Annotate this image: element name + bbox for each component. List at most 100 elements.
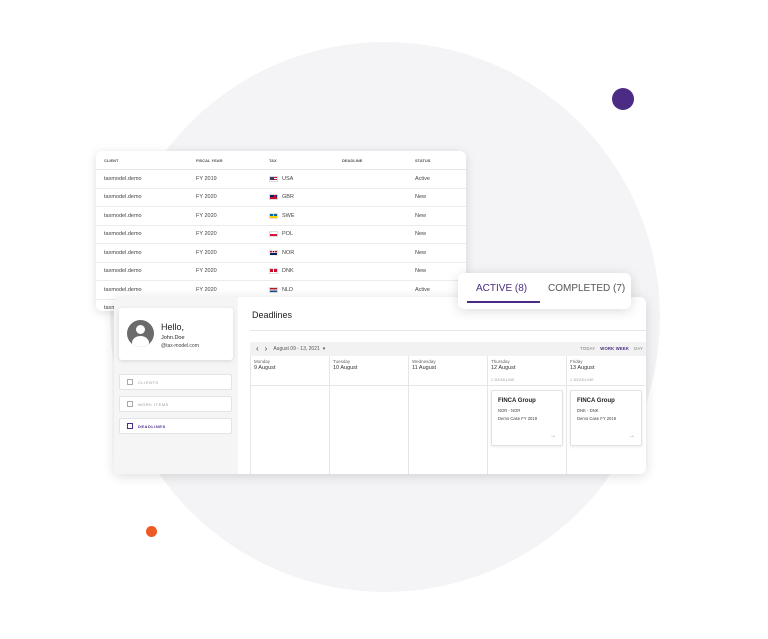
sidebar: Hello, John.Doe @tax-model.com CLIENTS W… bbox=[114, 297, 238, 474]
deadline-count: 1 DEADLINE bbox=[570, 378, 594, 382]
status-tabs-card: ACTIVE (8) COMPLETED (7) bbox=[458, 273, 631, 309]
event-case: Demo Case FY 2019 bbox=[498, 416, 538, 421]
cell-fiscal-year: FY 2020 bbox=[196, 268, 217, 275]
view-work-week-button[interactable]: WORK WEEK bbox=[600, 346, 629, 351]
day-name: Wednesday bbox=[412, 359, 436, 364]
cell-fiscal-year: FY 2020 bbox=[196, 212, 217, 219]
cell-client: taxmodel.demo bbox=[104, 175, 142, 182]
day-date: 12 August bbox=[491, 365, 516, 371]
nor-flag-icon bbox=[269, 249, 278, 256]
table-row[interactable]: taxmodel.demo FY 2019 USA Active bbox=[96, 170, 466, 189]
cell-tax: POL bbox=[269, 231, 342, 238]
day-header: Wednesday 11 August bbox=[409, 356, 487, 386]
swe-flag-icon bbox=[269, 212, 278, 219]
day-name: Tuesday bbox=[333, 359, 351, 364]
sidebar-item-work-items[interactable]: WORK ITEMS bbox=[119, 396, 232, 412]
deadline-event-card[interactable]: FINCA Group DNK - DNK Demo Case FY 2019 … bbox=[570, 390, 642, 446]
header-status[interactable]: STATUS bbox=[415, 158, 465, 163]
cell-status: New bbox=[415, 268, 427, 275]
page-title: Deadlines bbox=[252, 310, 293, 320]
day-header: Tuesday 10 August bbox=[330, 356, 408, 386]
list-icon bbox=[127, 401, 133, 407]
tab-active[interactable]: ACTIVE (8) bbox=[476, 283, 527, 294]
arrow-right-icon[interactable]: → bbox=[629, 433, 635, 439]
cell-client: taxmodel.demo bbox=[104, 231, 142, 238]
header-deadline[interactable]: DEADLINE bbox=[342, 158, 415, 163]
table-row[interactable]: taxmodel.demo FY 2020 GBR New bbox=[96, 189, 466, 207]
cell-fiscal-year: FY 2020 bbox=[196, 249, 217, 256]
cell-status: New bbox=[415, 231, 427, 238]
cell-country: USA bbox=[282, 175, 294, 182]
calendar-icon bbox=[127, 423, 133, 429]
view-today-button[interactable]: TODAY bbox=[580, 346, 595, 351]
deadlines-dashboard-card: Hello, John.Doe @tax-model.com CLIENTS W… bbox=[114, 297, 646, 474]
divider bbox=[250, 330, 646, 331]
view-day-button[interactable]: DAY bbox=[634, 346, 643, 351]
header-client[interactable]: CLIENT bbox=[96, 158, 196, 163]
event-case: Demo Case FY 2019 bbox=[577, 416, 617, 421]
cell-status: New bbox=[415, 194, 427, 201]
cell-tax: GBR bbox=[269, 194, 342, 201]
sidebar-item-label: DEADLINES bbox=[138, 423, 166, 429]
day-date: 13 August bbox=[570, 365, 595, 371]
sidebar-item-deadlines[interactable]: DEADLINES bbox=[119, 418, 232, 434]
sidebar-item-clients[interactable]: CLIENTS bbox=[119, 374, 232, 390]
pol-flag-icon bbox=[269, 231, 278, 238]
deadline-count: 1 DEADLINE bbox=[491, 378, 515, 382]
day-column-thursday: Thursday 12 August 1 DEADLINE FINCA Grou… bbox=[487, 356, 566, 474]
cell-client: taxmodel.demo bbox=[104, 212, 142, 219]
clients-table-card: CLIENT FISCAL YEAR TAX DEADLINE STATUS t… bbox=[96, 151, 466, 311]
date-range-selector[interactable]: August 09 - 13, 2021 bbox=[273, 346, 319, 352]
event-country-code: DNK - DNK bbox=[577, 408, 599, 413]
tab-completed[interactable]: COMPLETED (7) bbox=[548, 283, 625, 294]
cell-country: NLD bbox=[282, 286, 294, 293]
cell-country: DNK bbox=[282, 268, 294, 275]
decorative-dot-orange bbox=[146, 526, 157, 537]
cell-client: taxmodel.demo bbox=[104, 268, 142, 275]
day-column-friday: Friday 13 August 1 DEADLINE FINCA Group … bbox=[566, 356, 645, 474]
day-column-tuesday: Tuesday 10 August bbox=[329, 356, 408, 474]
day-header: Thursday 12 August 1 DEADLINE bbox=[488, 356, 566, 386]
cell-status: New bbox=[415, 249, 427, 256]
cell-tax: SWE bbox=[269, 212, 342, 219]
cell-tax: DNK bbox=[269, 268, 342, 275]
day-column-monday: Monday 9 August bbox=[250, 356, 329, 474]
gbr-flag-icon bbox=[269, 194, 278, 201]
table-row[interactable]: taxmodel.demo FY 2020 DNK New bbox=[96, 263, 466, 281]
cell-status: Active bbox=[415, 175, 430, 182]
day-name: Thursday bbox=[491, 359, 510, 364]
table-row[interactable]: taxmodel.demo FY 2020 POL New bbox=[96, 226, 466, 244]
header-fiscal-year[interactable]: FISCAL YEAR bbox=[196, 158, 269, 163]
table-row[interactable]: taxmodel.demo FY 2020 SWE New bbox=[96, 207, 466, 226]
day-column-wednesday: Wednesday 11 August bbox=[408, 356, 487, 474]
sidebar-item-label: CLIENTS bbox=[138, 379, 159, 385]
event-country-code: NOR - NOR bbox=[498, 408, 521, 413]
deadline-event-card[interactable]: FINCA Group NOR - NOR Demo Case FY 2019 … bbox=[491, 390, 563, 446]
table-row[interactable]: taxmodel.demo FY 2020 NOR New bbox=[96, 244, 466, 263]
avatar-icon bbox=[127, 320, 154, 347]
cell-client: taxmodel.demo bbox=[104, 286, 142, 293]
day-date: 11 August bbox=[412, 365, 437, 371]
event-title: FINCA Group bbox=[498, 398, 536, 404]
usa-flag-icon bbox=[269, 175, 278, 182]
day-name: Monday bbox=[254, 359, 271, 364]
cell-fiscal-year: FY 2020 bbox=[196, 194, 217, 201]
cell-tax: USA bbox=[269, 175, 342, 182]
arrow-right-icon[interactable]: → bbox=[550, 433, 556, 439]
cell-fiscal-year: FY 2020 bbox=[196, 231, 217, 238]
chevron-left-icon[interactable]: ‹ bbox=[256, 345, 259, 353]
cell-client: taxmodel.demo bbox=[104, 194, 142, 201]
table-header: CLIENT FISCAL YEAR TAX DEADLINE STATUS bbox=[96, 151, 466, 170]
calendar-toolbar: ‹ › August 09 - 13, 2021 ▾ TODAY WORK WE… bbox=[250, 342, 646, 356]
calendar-week: Monday 9 August Tuesday 10 August Wednes… bbox=[250, 356, 646, 474]
chevron-right-icon[interactable]: › bbox=[265, 345, 268, 353]
day-name: Friday bbox=[570, 359, 583, 364]
building-icon bbox=[127, 379, 133, 385]
cell-status: New bbox=[415, 212, 427, 219]
cell-tax: NOR bbox=[269, 249, 342, 256]
header-tax[interactable]: TAX bbox=[269, 158, 342, 163]
profile-name: John.Doe bbox=[161, 335, 185, 341]
nld-flag-icon bbox=[269, 286, 278, 293]
caret-down-icon[interactable]: ▾ bbox=[323, 346, 326, 352]
cell-country: SWE bbox=[282, 212, 295, 219]
